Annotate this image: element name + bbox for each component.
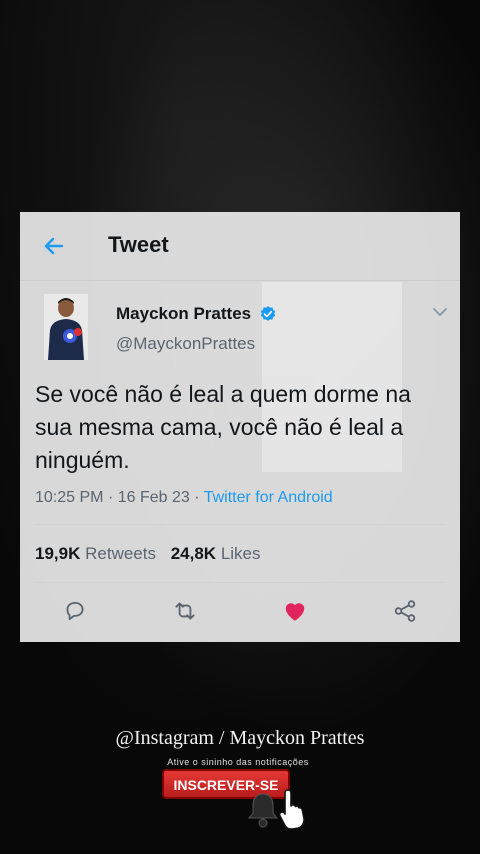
heart-icon[interactable] [282,598,308,624]
tweet-header: Tweet [20,212,460,281]
likes-stat[interactable]: 24,8K Likes [171,544,261,563]
tweet-card: Tweet Mayckon Prattes @MayckonPrattes Se… [20,212,460,642]
retweets-stat[interactable]: 19,9K Retweets [35,544,156,563]
tweet-metadata: 10:25 PM · 16 Feb 23 · Twitter for Andro… [35,489,333,507]
tweet-text: Se você não é leal a quem dorme na sua m… [35,381,411,473]
divider [35,524,445,525]
arrow-left-icon[interactable] [42,234,66,258]
notification-hint: Ative o sininho das notificações [167,757,309,767]
meta-separator: · [194,489,200,506]
avatar[interactable] [44,294,88,360]
chevron-down-icon[interactable] [432,306,448,318]
pointer-hand-icon [278,789,305,830]
divider [35,582,445,583]
bell-icon[interactable] [246,790,280,830]
tweet-stats: 19,9K Retweets 24,8K Likes [35,544,271,564]
retweets-count: 19,9K [35,544,81,563]
meta-separator: · [107,489,114,506]
instagram-watermark: @Instagram / Mayckon Prattes [115,727,365,749]
retweet-icon[interactable] [172,598,198,624]
retweets-label: Retweets [85,544,156,563]
tweet-source-link[interactable]: Twitter for Android [204,489,333,506]
share-icon[interactable] [392,598,418,624]
reply-icon[interactable] [62,598,88,624]
likes-count: 24,8K [170,544,217,563]
author-handle[interactable]: @MayckonPrattes [116,334,255,354]
page-title: Tweet [108,232,169,257]
verified-badge-icon [260,306,276,321]
author-name[interactable]: Mayckon Prattes [116,304,251,324]
tweet-time: 10:25 PM [35,489,104,506]
likes-label: Likes [220,544,261,563]
tweet-date: 16 Feb 23 [117,489,190,506]
